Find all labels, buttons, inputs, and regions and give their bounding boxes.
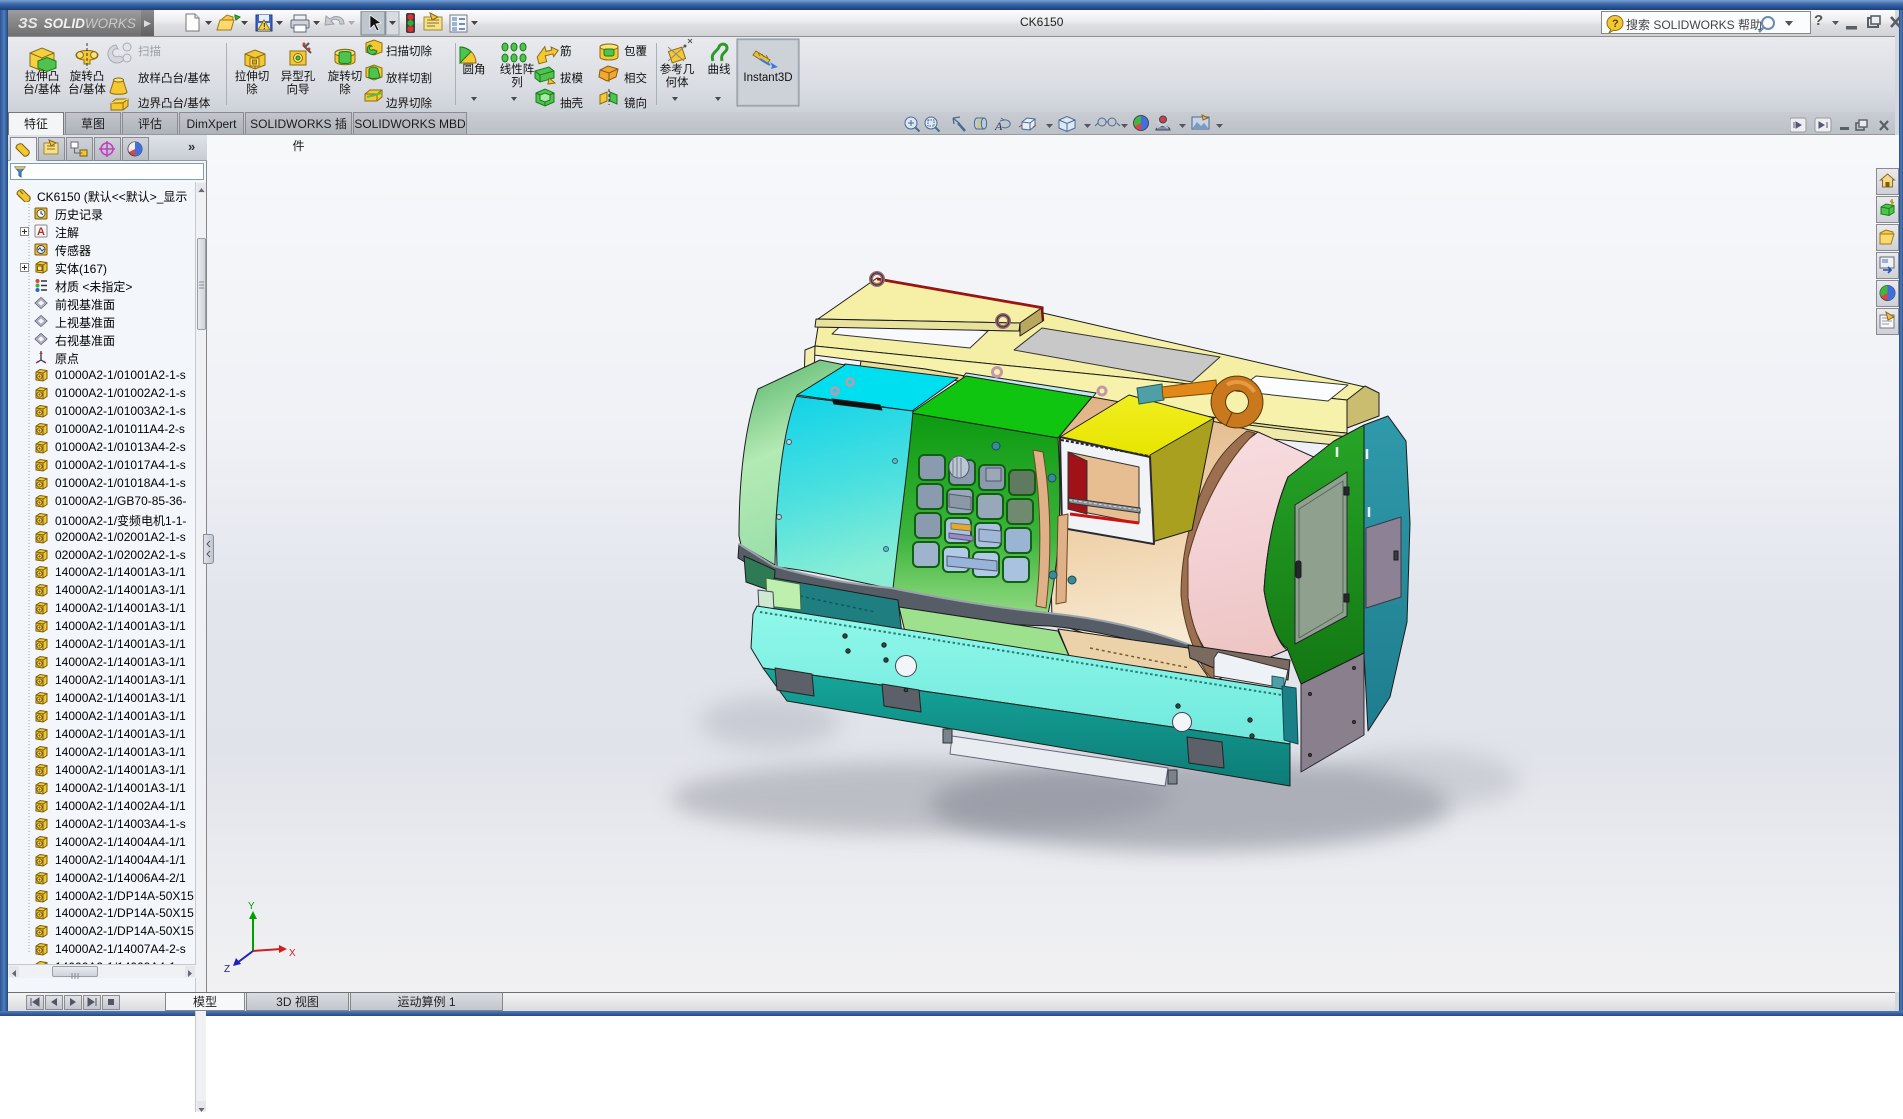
svg-text:A: A [37,226,45,238]
svg-text:Y: Y [248,901,255,912]
svg-text:X: X [289,948,296,959]
svg-text:?: ? [1612,18,1619,30]
svg-text:!: ! [263,22,266,31]
svg-text:Z: Z [224,964,230,975]
